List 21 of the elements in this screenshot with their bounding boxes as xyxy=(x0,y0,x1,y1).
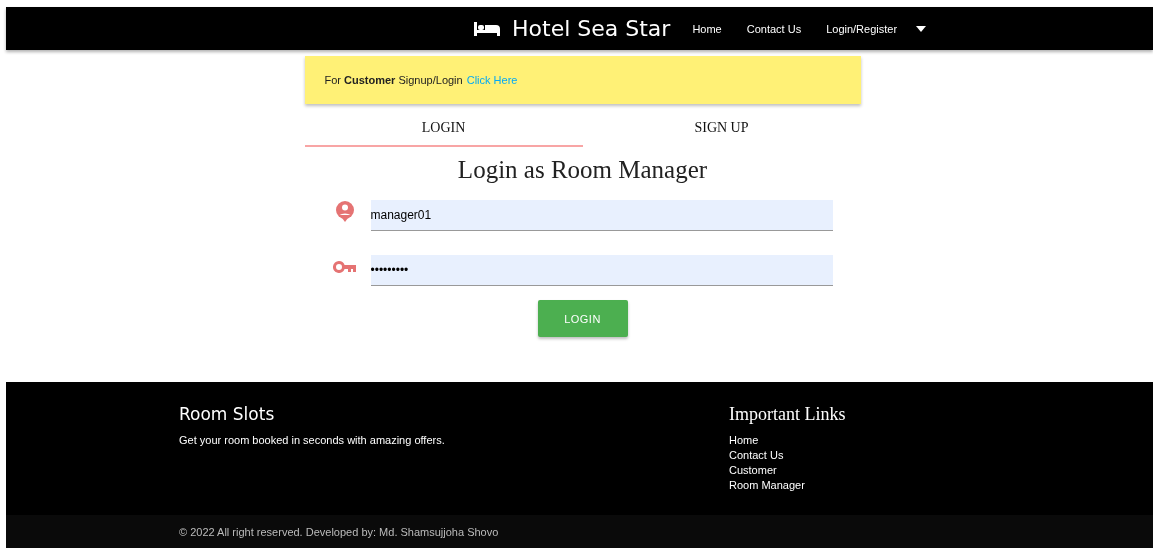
notice-text: For Customer Signup/Login xyxy=(324,74,463,86)
tab[interactable]: LOGIN xyxy=(304,110,583,147)
text-field[interactable]: ••••••••• xyxy=(370,255,833,286)
footer-tagline: Get your room booked in seconds with amazing offers. xyxy=(179,434,446,446)
footer-link[interactable]: Home xyxy=(729,433,759,448)
text-field[interactable]: manager01 xyxy=(370,200,833,231)
nav-link[interactable]: Login/Register xyxy=(826,22,898,35)
footer-link[interactable]: Room Manager xyxy=(729,478,805,493)
key-icon xyxy=(332,260,357,273)
footer-link[interactable]: Contact Us xyxy=(729,448,784,463)
nav-link[interactable]: Contact Us xyxy=(746,22,802,35)
brand-link[interactable]: Hotel Sea Star xyxy=(512,16,671,41)
page-heading: Login as Room Manager xyxy=(457,156,708,184)
caret-icon[interactable] xyxy=(916,25,927,32)
nav-link[interactable]: Home xyxy=(692,22,722,35)
footer-link[interactable]: Customer xyxy=(729,463,777,478)
footer-title: Room Slots xyxy=(179,404,276,424)
bed-icon xyxy=(474,20,500,37)
tab[interactable]: SIGN UP xyxy=(582,110,861,147)
links-title: Important Links xyxy=(729,404,846,425)
copyright-text: © 2022 All right reserved. Developed by: Md. Shamsujjoha Shovo xyxy=(179,525,499,538)
